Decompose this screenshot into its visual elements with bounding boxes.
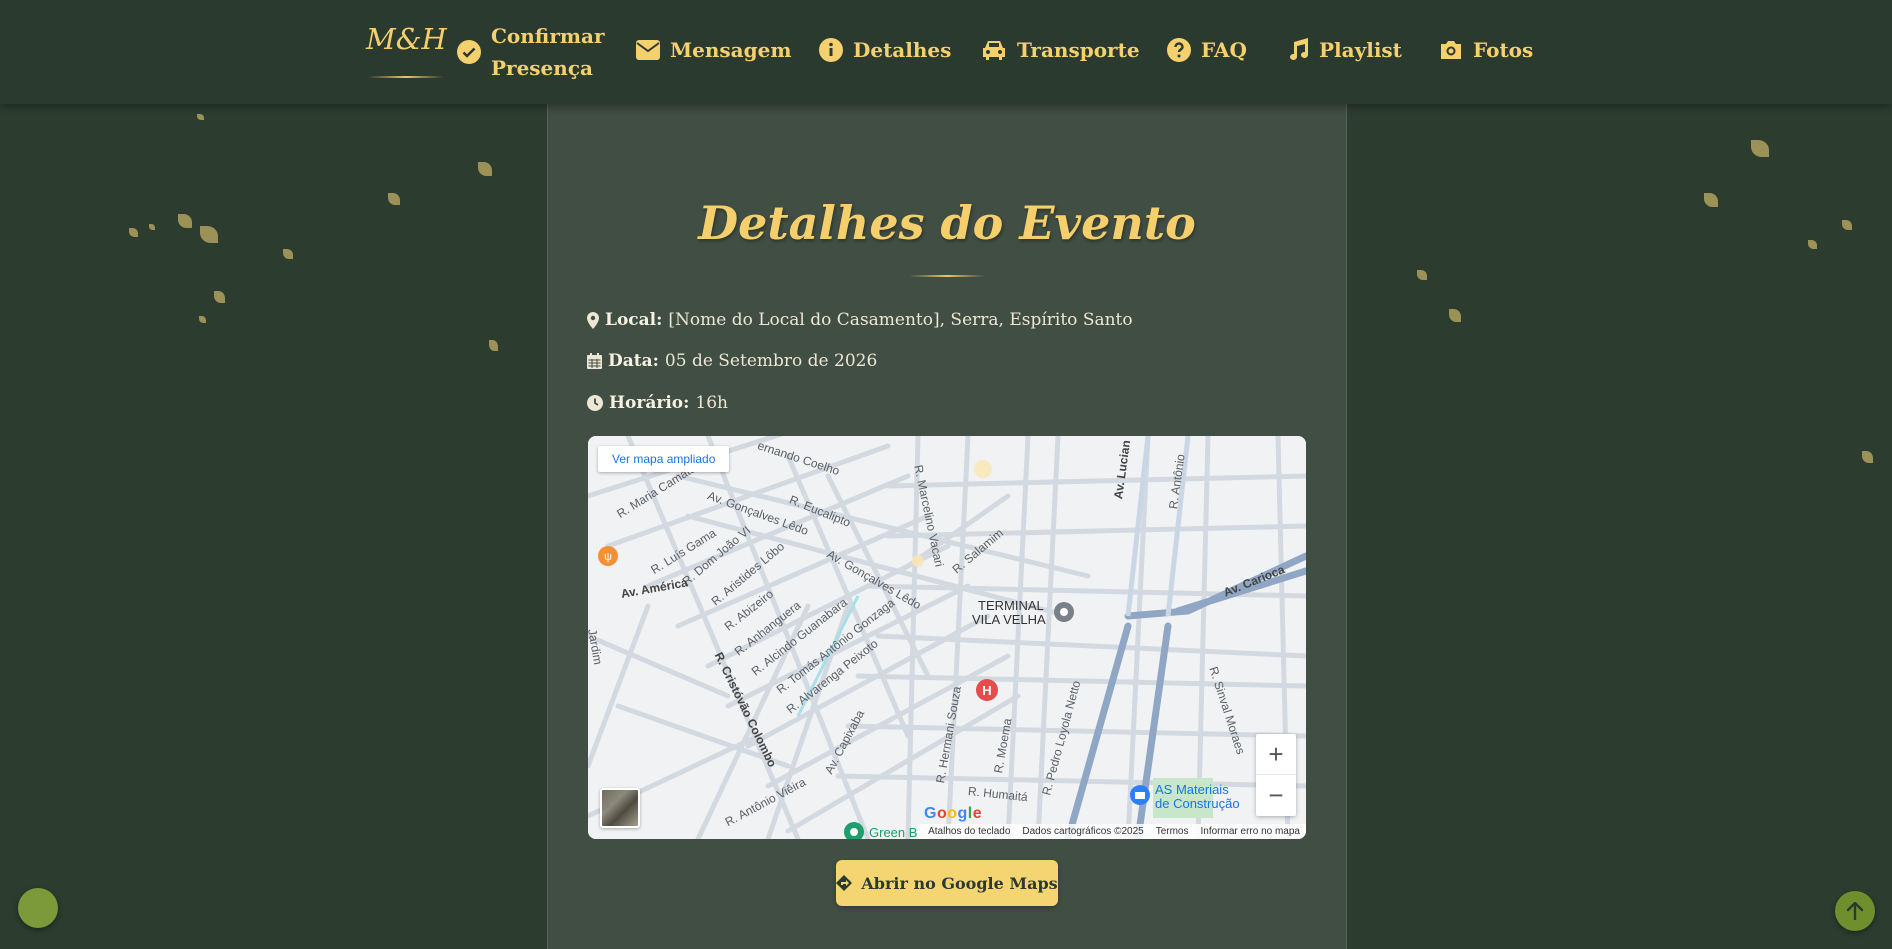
map-footer: Atalhos do teclado Dados cartográficos ©… [918, 824, 1306, 839]
map-data-credit: Dados cartográficos ©2025 [1022, 826, 1144, 837]
restaurant-pin-icon: ψ [598, 546, 618, 566]
question-circle-icon [1167, 38, 1191, 62]
nav-label: Fotos [1473, 38, 1534, 62]
svg-text:ψ: ψ [604, 551, 612, 563]
poi-label: de Construção [1155, 796, 1240, 811]
nav-label: Detalhes [853, 38, 952, 62]
event-time: Horário: 16h [587, 393, 728, 413]
time-value: 16h [695, 393, 728, 413]
event-date: Data: 05 de Setembro de 2026 [587, 351, 877, 371]
google-logo: Google [924, 805, 983, 822]
nav-fotos[interactable]: Fotos [1439, 38, 1533, 62]
nav-mensagem[interactable]: Mensagem [636, 38, 792, 62]
top-navbar: M&H Confirmar Presença Mensagem Detalhes… [0, 0, 1892, 104]
nav-faq[interactable]: FAQ [1167, 38, 1247, 62]
page-title: Detalhes do Evento [698, 196, 1196, 250]
envelope-icon [636, 40, 660, 60]
back-to-top-button[interactable] [1835, 891, 1875, 931]
view-larger-map-link[interactable]: Ver mapa ampliado [598, 446, 730, 472]
theme-toggle-button[interactable] [18, 888, 58, 928]
store-pin-icon [1130, 785, 1150, 805]
nav-label: Transporte [1017, 38, 1140, 62]
calendar-icon [587, 353, 602, 369]
poi-label: Green B [869, 825, 918, 839]
date-value: 05 de Setembro de 2026 [664, 351, 878, 371]
nav-label: FAQ [1201, 38, 1247, 62]
car-icon [983, 41, 1005, 60]
poi-label: TERMINAL [978, 598, 1044, 613]
date-label: Data: [608, 351, 659, 371]
map-marker-icon [587, 311, 599, 329]
nav-label: Presença [491, 56, 593, 80]
nav-playlist[interactable]: Playlist [1287, 38, 1402, 62]
event-local: Local: [Nome do Local do Casamento], Ser… [587, 310, 1133, 330]
clock-icon [587, 395, 603, 411]
nav-label: Mensagem [670, 38, 792, 62]
zoom-out-button[interactable]: − [1256, 775, 1296, 816]
hospital-pin-icon: H [976, 679, 998, 701]
poi-label: AS Materiais [1155, 782, 1229, 797]
check-circle-icon [457, 40, 481, 64]
info-circle-icon [819, 38, 843, 62]
nav-label: Confirmar [491, 24, 605, 48]
poi-label: VILA VELHA [972, 612, 1046, 627]
local-label: Local: [605, 310, 663, 330]
music-note-icon [1290, 38, 1308, 60]
report-error-link[interactable]: Informar erro no mapa [1201, 824, 1301, 839]
button-label: Abrir no Google Maps [861, 873, 1058, 893]
terms-link[interactable]: Termos [1156, 824, 1189, 839]
local-value: [Nome do Local do Casamento], Serra, Esp… [668, 310, 1133, 330]
brand-logo[interactable]: M&H [366, 22, 447, 56]
zoom-controls: + − [1256, 734, 1296, 816]
camera-icon [1441, 41, 1461, 59]
embedded-map[interactable]: ψ H ernando Coelho R. Maria Camata Av. G… [588, 436, 1306, 839]
satellite-toggle-thumbnail[interactable] [600, 788, 640, 828]
nav-label: Playlist [1319, 38, 1402, 62]
directions-diamond-icon [836, 875, 853, 891]
open-google-maps-button[interactable]: Abrir no Google Maps [836, 860, 1058, 906]
keyboard-shortcuts-link[interactable]: Atalhos do teclado [928, 824, 1010, 839]
brand-underline [368, 76, 444, 78]
moon-icon [32, 899, 44, 915]
arrow-up-icon [1847, 902, 1863, 920]
terminal-pin-icon [1054, 602, 1074, 622]
nav-detalhes[interactable]: Detalhes [819, 38, 951, 62]
svg-text:H: H [982, 683, 991, 698]
time-label: Horário: [609, 393, 690, 413]
nav-transporte[interactable]: Transporte [981, 38, 1140, 62]
nav-confirmar-presenca[interactable]: Confirmar Presença [457, 20, 605, 84]
title-underline [909, 275, 985, 277]
zoom-in-button[interactable]: + [1256, 734, 1296, 775]
